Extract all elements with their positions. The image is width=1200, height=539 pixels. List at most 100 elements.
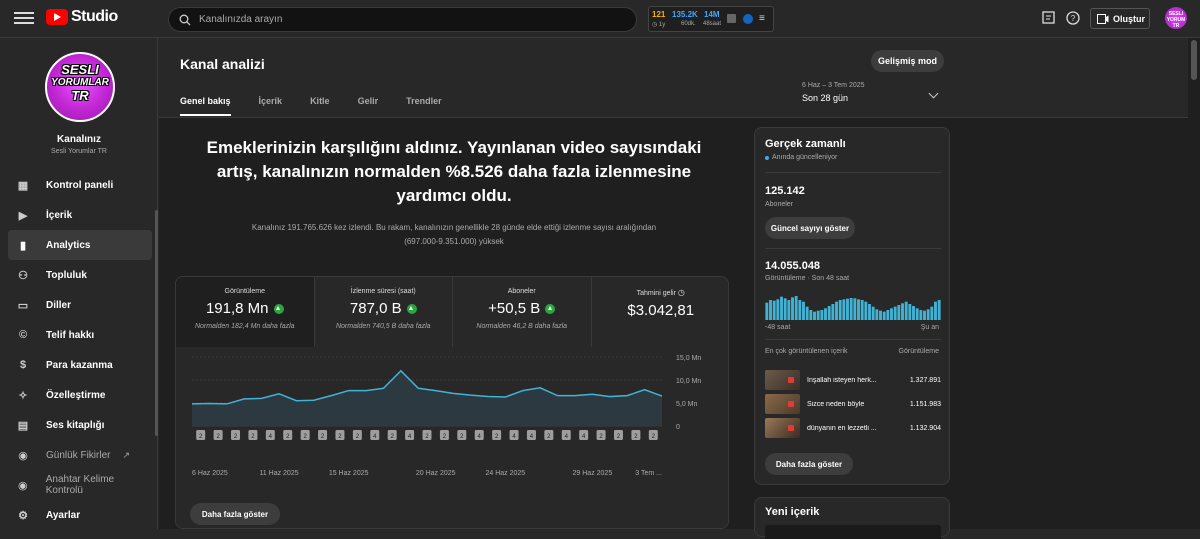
sidebar-item-keyword-check[interactable]: ◉Anahtar Kelime Kontrolü xyxy=(8,470,152,500)
realtime-bar xyxy=(842,299,845,320)
sidebar: SESLI YORUMLAR TR Kanalınız Sesli Yoruml… xyxy=(0,38,158,529)
top-content-item[interactable]: İnşallah isteyen herk... 1.327.891 xyxy=(765,370,941,390)
chevron-down-icon[interactable] xyxy=(929,89,939,99)
subscriber-label: Aboneler xyxy=(765,201,793,208)
feedback-icon[interactable] xyxy=(1041,10,1057,26)
more-menu-icon[interactable]: ≡ xyxy=(759,13,765,24)
stat-sub: 60dk. xyxy=(681,21,696,27)
realtime-bar xyxy=(850,298,853,320)
realtime-bar xyxy=(872,307,875,320)
date-range-dates: 6 Haz – 3 Tem 2025 xyxy=(802,82,865,89)
sidebar-scrollbar[interactable] xyxy=(155,210,158,436)
realtime-bar xyxy=(839,300,842,320)
sidebar-item-content[interactable]: ▶ İçerik xyxy=(8,200,152,230)
account-avatar[interactable]: SESLIYORUMTR xyxy=(1165,7,1187,29)
sidebar-item-audio-library[interactable]: ▤ Ses kitaplığı xyxy=(8,410,152,440)
top-content-item[interactable]: dünyanın en lezzetli ... 1.132.904 xyxy=(765,418,941,438)
sidebar-item-label: Özelleştirme xyxy=(46,390,105,401)
search-box[interactable] xyxy=(168,7,637,32)
audio-library-icon: ▤ xyxy=(16,418,30,432)
video-title: Sizce neden böyle xyxy=(807,401,889,408)
realtime-bar xyxy=(846,299,849,320)
top-content-views-header: Görüntüleme xyxy=(899,348,939,355)
realtime-bar xyxy=(905,302,908,320)
x-tick-label: 29 Haz 2025 xyxy=(573,470,613,477)
help-icon[interactable]: ? xyxy=(1065,10,1081,26)
insight-headline: Emeklerinizin karşılığını aldınız. Yayın… xyxy=(189,136,719,208)
show-more-button[interactable]: Daha fazla göster xyxy=(190,503,280,525)
video-views: 1.132.904 xyxy=(889,425,941,432)
sidebar-item-label: İçerik xyxy=(46,210,72,221)
chart-mini-icon[interactable] xyxy=(727,14,736,23)
views-chart[interactable]: 15,0 Mn10,0 Mn5,0 Mn02222422222424222424… xyxy=(176,347,729,529)
realtime-bar xyxy=(798,300,801,320)
sidebar-item-monetization[interactable]: $ Para kazanma xyxy=(8,350,152,380)
video-title: İnşallah isteyen herk... xyxy=(807,377,889,384)
sidebar-item-label: Diller xyxy=(46,300,71,311)
date-range-picker[interactable]: 6 Haz – 3 Tem 2025 Son 28 gün xyxy=(802,82,865,103)
main-scrollbar[interactable] xyxy=(1191,40,1197,80)
y-tick-label: 15,0 Mn xyxy=(676,355,701,362)
video-views: 1.327.891 xyxy=(889,377,941,384)
tab-overview[interactable]: Genel bakış xyxy=(180,96,231,116)
metric-views[interactable]: Görüntüleme 191,8 Mn Normalden 182,4 Mn … xyxy=(176,277,315,347)
advanced-mode-button[interactable]: Gelişmiş mod xyxy=(871,50,944,72)
main-scroll-track xyxy=(1188,38,1200,529)
metric-value: +50,5 B xyxy=(488,300,540,317)
realtime-bar-chart[interactable] xyxy=(765,296,941,320)
views-48h-label: Görüntüleme · Son 48 saat xyxy=(765,275,849,282)
realtime-bar xyxy=(773,301,776,320)
sidebar-item-label: Ayarlar xyxy=(46,510,80,521)
sidebar-item-settings[interactable]: ⚙Ayarlar xyxy=(8,500,152,530)
metric-sub: Normalden 182,4 Mn daha fazla xyxy=(176,323,314,330)
menu-icon[interactable] xyxy=(14,9,34,29)
show-more-button[interactable]: Daha fazla göster xyxy=(765,453,853,475)
tab-content[interactable]: İçerik xyxy=(259,96,283,116)
sound-icon[interactable] xyxy=(743,14,753,24)
metric-value: 191,8 Mn xyxy=(206,300,269,317)
metric-subscribers[interactable]: Aboneler +50,5 B Normalden 46,2 B daha f… xyxy=(453,277,592,347)
search-input[interactable] xyxy=(199,14,599,25)
metric-label: Görüntüleme xyxy=(176,288,314,295)
sidebar-item-languages[interactable]: ▭Diller xyxy=(8,290,152,320)
sidebar-item-label: Ses kitaplığı xyxy=(46,420,104,431)
realtime-bar xyxy=(908,304,911,320)
tab-audience[interactable]: Kitle xyxy=(310,96,330,116)
create-button[interactable]: Oluştur xyxy=(1090,8,1150,29)
studio-logo[interactable]: Studio xyxy=(46,8,118,26)
sidebar-item-customization[interactable]: ✧Özelleştirme xyxy=(8,380,152,410)
sidebar-item-label: Para kazanma xyxy=(46,360,113,371)
realtime-bar xyxy=(861,300,864,320)
sidebar-item-community[interactable]: ⚇Topluluk xyxy=(8,260,152,290)
realtime-bar xyxy=(890,308,893,320)
metric-watch-time[interactable]: İzlenme süresi (saat) 787,0 B Normalden … xyxy=(315,277,454,347)
new-content-thumbnail[interactable] xyxy=(765,525,941,539)
stat-value: 14M xyxy=(704,10,720,19)
x-tick-label: 15 Haz 2025 xyxy=(329,470,369,477)
metric-sub: Normalden 46,2 B daha fazla xyxy=(453,323,591,330)
dollar-icon: $ xyxy=(16,358,30,372)
stats-widget[interactable]: 121 ◷ 1y 135.2K 60dk. 14M 48saat ≡ xyxy=(648,6,774,32)
sidebar-item-daily-ideas[interactable]: ◉Günlük Fikirler↗ xyxy=(8,440,152,470)
realtime-bar xyxy=(901,303,904,320)
metric-revenue[interactable]: Tahmini gelir ◷ $3.042,81 xyxy=(592,277,730,347)
channel-avatar[interactable]: SESLI YORUMLAR TR xyxy=(45,52,115,122)
show-current-count-button[interactable]: Güncel sayıyı göster xyxy=(765,217,855,239)
video-title: dünyanın en lezzetli ... xyxy=(807,425,889,432)
sidebar-item-analytics[interactable]: ▮Analytics xyxy=(8,230,152,260)
tab-trends[interactable]: Trendler xyxy=(406,96,442,116)
realtime-bar xyxy=(883,312,886,320)
top-content-item[interactable]: Sizce neden böyle 1.151.983 xyxy=(765,394,941,414)
realtime-bar xyxy=(897,305,900,320)
date-range-label: Son 28 gün xyxy=(802,93,865,103)
sidebar-item-copyright[interactable]: ©Telif hakkı xyxy=(8,320,152,350)
metric-label: İzlenme süresi (saat) xyxy=(315,288,453,295)
tab-revenue[interactable]: Gelir xyxy=(358,96,379,116)
main-content: Kanal analizi Gelişmiş mod Genel bakış İ… xyxy=(159,38,1200,529)
realtime-bar xyxy=(831,304,834,320)
channel-label: Kanalınız xyxy=(0,134,158,145)
video-thumbnail xyxy=(765,394,800,414)
youtube-logo-icon xyxy=(46,9,68,25)
sidebar-item-dashboard[interactable]: ▦Kontrol paneli xyxy=(8,170,152,200)
content-icon: ▶ xyxy=(16,208,30,222)
